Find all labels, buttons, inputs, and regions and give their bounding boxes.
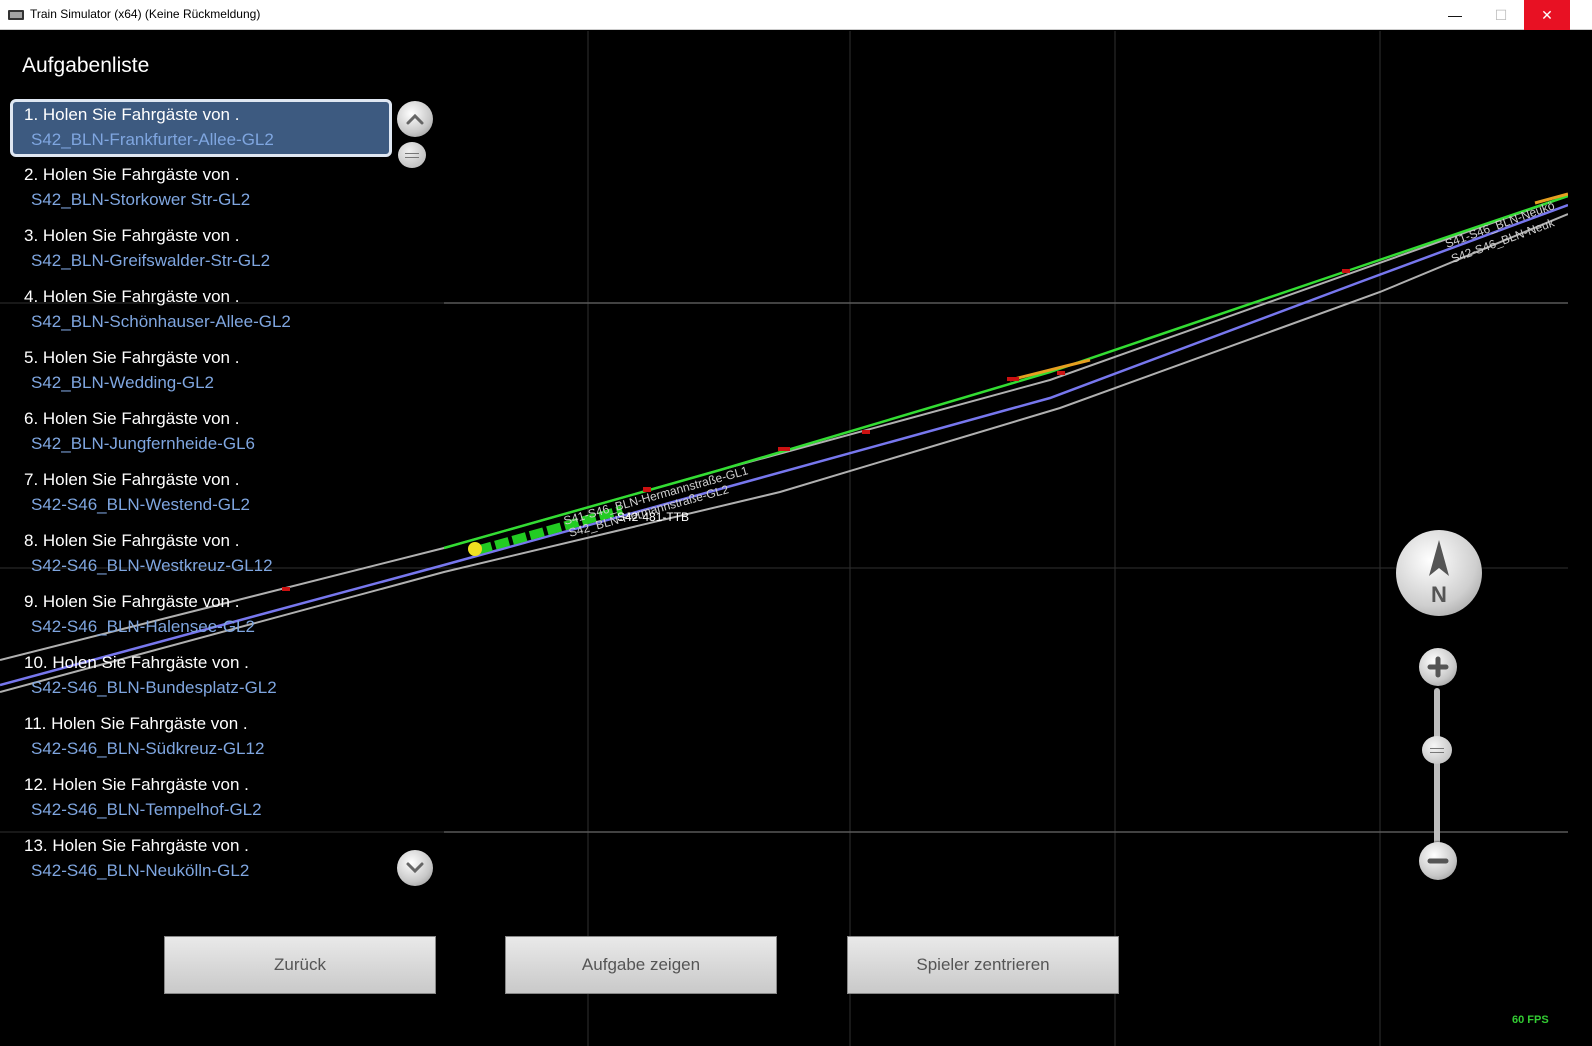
back-button[interactable]: Zurück xyxy=(164,936,436,994)
compass[interactable]: N xyxy=(1396,530,1482,616)
plus-icon xyxy=(1427,656,1449,678)
signal-marker xyxy=(1007,377,1019,381)
task-item-9[interactable]: 9. Holen Sie Fahrgäste von . S42-S46_BLN… xyxy=(10,587,392,645)
task-item-4[interactable]: 4. Holen Sie Fahrgäste von . S42_BLN-Sch… xyxy=(10,282,392,340)
task-item-3[interactable]: 3. Holen Sie Fahrgäste von . S42_BLN-Gre… xyxy=(10,221,392,279)
task-station: S42-S46_BLN-Bundesplatz-GL2 xyxy=(31,678,277,697)
zoom-slider-thumb[interactable] xyxy=(1422,736,1452,764)
chevron-down-icon xyxy=(406,862,424,874)
compass-letter: N xyxy=(1431,582,1447,607)
task-station: S42_BLN-Schönhauser-Allee-GL2 xyxy=(31,312,291,331)
task-label: 1. Holen Sie Fahrgäste von . xyxy=(24,105,240,124)
task-item-11[interactable]: 11. Holen Sie Fahrgäste von . S42-S46_BL… xyxy=(10,709,392,767)
task-label: 5. Holen Sie Fahrgäste von . xyxy=(24,348,240,367)
maximize-button[interactable]: ☐ xyxy=(1478,0,1524,30)
task-label: 6. Holen Sie Fahrgäste von . xyxy=(24,409,240,428)
task-item-2[interactable]: 2. Holen Sie Fahrgäste von . S42_BLN-Sto… xyxy=(10,160,392,218)
task-station: S42-S46_BLN-Tempelhof-GL2 xyxy=(31,800,262,819)
task-station: S42_BLN-Jungfernheide-GL6 xyxy=(31,434,255,453)
task-label: 8. Holen Sie Fahrgäste von . xyxy=(24,531,240,550)
task-item-1[interactable]: 1. Holen Sie Fahrgäste von . S42_BLN-Fra… xyxy=(10,99,392,157)
task-station: S42-S46_BLN-Neukölln-GL2 xyxy=(31,861,250,880)
task-station: S42-S46_BLN-Halensee-GL2 xyxy=(31,617,255,636)
task-station: S42_BLN-Storkower Str-GL2 xyxy=(31,190,251,209)
train-head-marker xyxy=(468,542,482,556)
task-station: S42_BLN-Frankfurter-Allee-GL2 xyxy=(31,130,274,149)
compass-needle-icon xyxy=(1429,540,1449,576)
train-label: S42-481-TTB xyxy=(617,510,689,524)
signal-marker xyxy=(778,447,790,451)
app-icon xyxy=(8,10,24,20)
signal-marker xyxy=(1057,371,1065,375)
task-item-6[interactable]: 6. Holen Sie Fahrgäste von . S42_BLN-Jun… xyxy=(10,404,392,462)
zoom-slider-track[interactable] xyxy=(1434,688,1440,848)
scroll-down-button[interactable] xyxy=(397,850,433,886)
zoom-in-button[interactable] xyxy=(1419,648,1457,686)
task-station: S42_BLN-Greifswalder-Str-GL2 xyxy=(31,251,271,270)
task-label: 4. Holen Sie Fahrgäste von . xyxy=(24,287,240,306)
task-label: 9. Holen Sie Fahrgäste von . xyxy=(24,592,240,611)
window-titlebar: Train Simulator (x64) (Keine Rückmeldung… xyxy=(0,0,1592,30)
signals xyxy=(282,269,1350,591)
signal-marker xyxy=(1342,269,1350,273)
task-item-13[interactable]: 13. Holen Sie Fahrgäste von . S42-S46_BL… xyxy=(10,831,392,889)
panel-title: Aufgabenliste xyxy=(22,54,150,77)
task-label: 2. Holen Sie Fahrgäste von . xyxy=(24,165,240,184)
task-station: S42-S46_BLN-Südkreuz-GL12 xyxy=(31,739,265,758)
close-button[interactable]: ✕ xyxy=(1524,0,1570,30)
task-item-5[interactable]: 5. Holen Sie Fahrgäste von . S42_BLN-Wed… xyxy=(10,343,392,401)
minus-icon xyxy=(1427,858,1449,864)
task-item-12[interactable]: 12. Holen Sie Fahrgäste von . S42-S46_BL… xyxy=(10,770,392,828)
task-station: S42_BLN-Wedding-GL2 xyxy=(31,373,215,392)
task-label: 3. Holen Sie Fahrgäste von . xyxy=(24,226,240,245)
signal-marker xyxy=(862,430,870,434)
show-task-button[interactable]: Aufgabe zeigen xyxy=(505,936,777,994)
minimize-button[interactable]: — xyxy=(1432,0,1478,30)
task-item-10[interactable]: 10. Holen Sie Fahrgäste von . S42-S46_BL… xyxy=(10,648,392,706)
chevron-up-icon xyxy=(406,113,424,125)
zoom-out-button[interactable] xyxy=(1419,842,1457,880)
minimize-icon: — xyxy=(1448,7,1462,23)
fps-counter: 60 FPS xyxy=(1512,1014,1549,1026)
task-label: 7. Holen Sie Fahrgäste von . xyxy=(24,470,240,489)
task-item-7[interactable]: 7. Holen Sie Fahrgäste von . S42-S46_BLN… xyxy=(10,465,392,523)
list-scroll-thumb[interactable] xyxy=(398,142,426,168)
task-item-8[interactable]: 8. Holen Sie Fahrgäste von . S42-S46_BLN… xyxy=(10,526,392,584)
center-player-button[interactable]: Spieler zentrieren xyxy=(847,936,1119,994)
maximize-icon: ☐ xyxy=(1494,6,1508,23)
window-title: Train Simulator (x64) (Keine Rückmeldung… xyxy=(30,7,261,21)
task-station: S42-S46_BLN-Westend-GL2 xyxy=(31,495,250,514)
track-green xyxy=(443,194,1568,550)
task-label: 12. Holen Sie Fahrgäste von . xyxy=(24,775,249,794)
task-label: 11. Holen Sie Fahrgäste von . xyxy=(24,714,248,733)
scroll-up-button[interactable] xyxy=(397,101,433,137)
task-label: 13. Holen Sie Fahrgäste von . xyxy=(24,836,249,855)
task-label: 10. Holen Sie Fahrgäste von . xyxy=(24,653,249,672)
task-station: S42-S46_BLN-Westkreuz-GL12 xyxy=(31,556,273,575)
close-icon: ✕ xyxy=(1541,6,1553,23)
